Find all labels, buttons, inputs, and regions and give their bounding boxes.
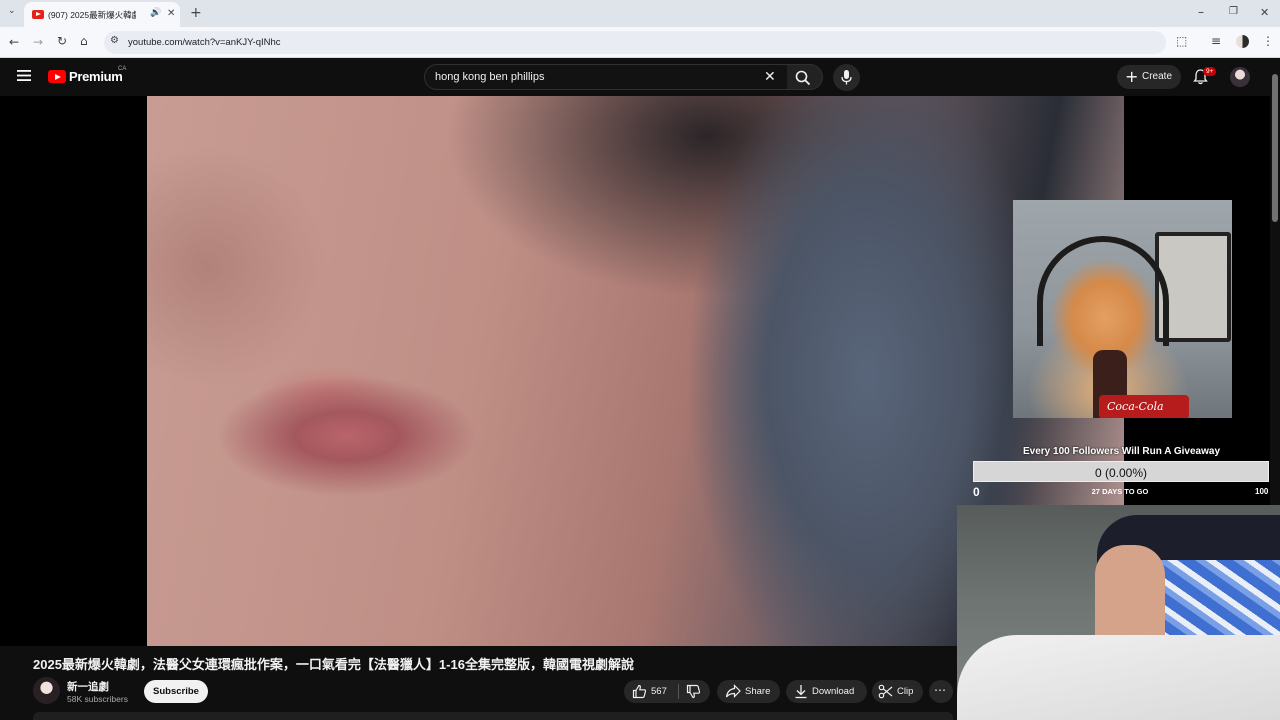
download-icon (795, 685, 807, 699)
goal-title: Every 100 Followers Will Run A Giveaway (1022, 446, 1221, 457)
notification-badge: 9+ (1203, 67, 1217, 76)
goal-progress-bar: 0 (0.00%) (973, 461, 1269, 482)
more-actions-button[interactable]: ⋯ (929, 680, 953, 703)
microphone-icon (841, 70, 852, 85)
search-input-value: hong kong ben phillips (435, 71, 545, 83)
pill-divider (678, 684, 679, 699)
search-icon (795, 70, 811, 86)
subscriber-count: 58K subscribers (67, 694, 128, 704)
region-code: CA (118, 66, 127, 72)
window-controls: – ❐ ✕ (1190, 4, 1280, 22)
goal-value: 0 (0.00%) (1094, 466, 1148, 480)
like-dislike-group: 567 (624, 680, 710, 703)
scissors-icon (878, 684, 893, 699)
channel-avatar[interactable] (33, 677, 60, 704)
thumbs-up-icon (632, 684, 647, 699)
home-icon[interactable]: ⌂ (80, 35, 88, 47)
url-text: youtube.com/watch?v=anKJY-qINhc (128, 37, 281, 48)
create-button[interactable]: + Create (1117, 65, 1181, 89)
webcam-overlay (957, 505, 1280, 720)
download-button[interactable]: Download (786, 680, 867, 703)
media-control-icon[interactable]: ≡ (1211, 35, 1221, 47)
extensions-icon[interactable]: ⬚ (1176, 35, 1187, 47)
share-icon (725, 684, 741, 698)
youtube-logo-text[interactable]: Premium (69, 69, 123, 84)
goal-max: 100 (1255, 487, 1269, 496)
browser-tab-active[interactable]: (907) 2025最新爆火韓劇, 🔊 ✕ (24, 2, 180, 27)
bottle-logo: Coca-Cola (1099, 395, 1189, 418)
forward-icon[interactable]: → (33, 36, 43, 48)
chrome-menu-icon[interactable]: ⋮ (1262, 35, 1274, 47)
close-window-icon[interactable]: ✕ (1260, 7, 1269, 18)
tab-search-icon[interactable]: ⌄ (8, 6, 16, 16)
search-button[interactable] (787, 64, 823, 90)
subscribe-button[interactable]: Subscribe (144, 680, 208, 703)
headphones-shape (1037, 236, 1169, 346)
new-tab-icon[interactable]: + (190, 5, 202, 21)
clip-button[interactable]: Clip (872, 680, 923, 703)
goal-days-remaining: 27 DAYS TO GO (1091, 487, 1149, 496)
dislike-button[interactable] (680, 680, 710, 703)
site-info-icon[interactable]: ⚙ (110, 36, 119, 46)
webcam-blanket-shape (957, 635, 1280, 720)
share-button[interactable]: Share (717, 680, 780, 703)
plus-icon: + (1125, 67, 1139, 86)
channel-name[interactable]: 新一追劇 (67, 679, 109, 694)
hamburger-menu-icon[interactable] (17, 70, 31, 81)
restore-icon[interactable]: ❐ (1229, 7, 1238, 17)
profile-avatar-icon[interactable] (1236, 35, 1249, 48)
youtube-logo-icon[interactable] (48, 70, 66, 83)
tab-audio-icon[interactable]: 🔊 (150, 8, 161, 18)
back-icon[interactable]: ← (9, 36, 19, 48)
video-title: 2025最新爆火韓劇，法醫父女連環瘋批作案，一口氣看完【法醫獵人】1-16全集完… (33, 657, 634, 672)
tab-close-icon[interactable]: ✕ (167, 8, 175, 19)
minimize-icon[interactable]: – (1198, 6, 1204, 18)
clip-label: Clip (897, 686, 914, 697)
thumbs-down-icon (686, 684, 701, 699)
like-button[interactable]: 567 (624, 680, 677, 703)
more-icon: ⋯ (934, 683, 946, 697)
share-label: Share (745, 686, 771, 697)
address-bar[interactable]: ⚙ youtube.com/watch?v=anKJY-qINhc (104, 31, 1166, 54)
scrollbar-thumb[interactable] (1272, 74, 1278, 222)
like-count: 567 (651, 686, 667, 697)
description-box-edge[interactable] (33, 712, 953, 720)
cat-image-overlay: Coca-Cola (1013, 200, 1232, 418)
clear-search-icon[interactable]: ✕ (764, 69, 776, 85)
goal-min: 0 (973, 485, 980, 499)
tab-title: (907) 2025最新爆火韓劇, (48, 10, 136, 20)
reload-icon[interactable]: ↻ (57, 35, 67, 47)
create-label: Create (1142, 71, 1173, 82)
youtube-favicon-icon (32, 10, 44, 19)
voice-search-button[interactable] (833, 64, 860, 91)
account-avatar[interactable] (1230, 67, 1250, 87)
search-input[interactable]: hong kong ben phillips ✕ (424, 64, 788, 90)
download-label: Download (812, 686, 855, 697)
